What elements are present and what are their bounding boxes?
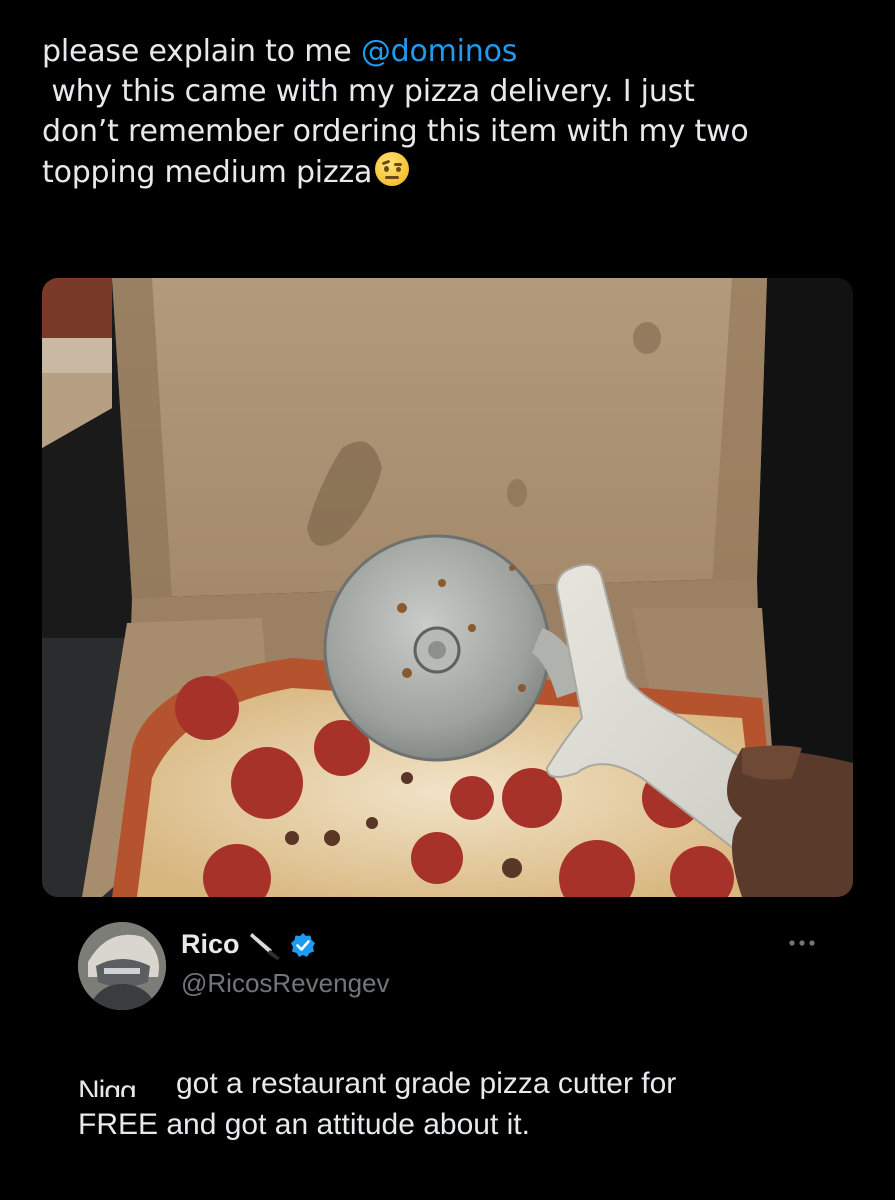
reply-text-line-1: Nigg got a restaurant grade pizza cutter …: [78, 1063, 858, 1104]
tweet-text-line-1: please explain to me @dominos: [42, 32, 862, 72]
more-options-icon[interactable]: [784, 931, 820, 955]
display-name-text[interactable]: Rico: [181, 929, 240, 960]
reply-text: Nigg got a restaurant grade pizza cutter …: [78, 1063, 858, 1145]
tweet-photo[interactable]: [42, 278, 853, 897]
display-name[interactable]: Rico: [181, 929, 316, 960]
censored-word-text: Nigg: [78, 1075, 137, 1097]
censored-word: Nigg: [78, 1067, 170, 1097]
reply-text-line-1-text: got a restaurant grade pizza cutter for: [176, 1067, 677, 1100]
kitchen-knife-icon: [249, 932, 280, 960]
tweet-text-line-3: don’t remember ordering this item with m…: [42, 114, 749, 149]
user-handle[interactable]: @RicosRevengev: [181, 968, 389, 999]
tweet-text-line-4: topping medium pizza: [42, 152, 862, 193]
face-with-raised-eyebrow-icon: [375, 152, 410, 186]
mention-link[interactable]: @dominos: [361, 34, 518, 69]
tweet-text-line-2: why this came with my pizza delivery. I …: [42, 74, 695, 109]
avatar[interactable]: [78, 922, 166, 1010]
pizza-cutter-photo: [42, 278, 853, 897]
reply-text-line-2: FREE and got an attitude about it.: [78, 1108, 530, 1141]
tweet-text-prefix: please explain to me: [42, 34, 361, 69]
tweet-text-line-4-text: topping medium pizza: [42, 155, 373, 190]
verified-badge-icon[interactable]: [290, 932, 316, 958]
tweet-text: please explain to me @dominos why this c…: [42, 32, 862, 193]
profile-picture-icon: [78, 922, 166, 1010]
